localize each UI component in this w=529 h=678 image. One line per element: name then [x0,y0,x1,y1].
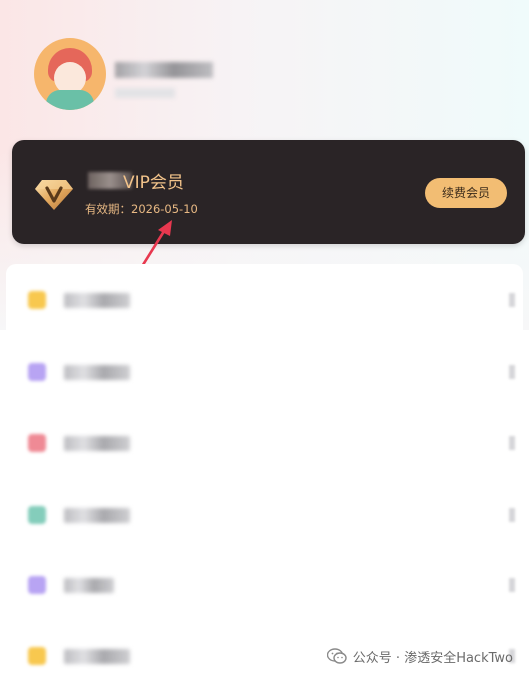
vip-title: VIP会员 [123,173,184,193]
menu-item-icon [28,647,46,665]
menu-item-label-redacted [64,436,130,451]
watermark-text: 公众号 · 渗透安全HackTwo [352,650,513,666]
watermark: 公众号 · 渗透安全HackTwo [326,646,513,666]
menu-item[interactable] [6,281,523,321]
menu-item-label-redacted [64,649,130,664]
menu-item-label-redacted [64,508,130,523]
diamond-v-icon [35,180,73,210]
menu-item[interactable] [6,424,523,464]
username-redacted [115,62,213,78]
vip-expire-label: 有效期： [85,202,131,216]
menu-list [6,264,523,678]
menu-item[interactable] [6,566,523,606]
chevron-right-icon [509,365,515,379]
menu-item-label-redacted [64,293,130,308]
chevron-right-icon [509,293,515,307]
menu-item-icon [28,363,46,381]
vip-card[interactable]: VIP会员 有效期：2026-05-10 续费会员 [12,140,525,244]
wechat-icon [326,648,347,664]
avatar[interactable] [34,38,106,110]
menu-item-icon [28,434,46,452]
menu-item-icon [28,506,46,524]
menu-item-icon [28,576,46,594]
renew-vip-button[interactable]: 续费会员 [425,178,507,208]
menu-item-icon [28,291,46,309]
chevron-right-icon [509,578,515,592]
menu-item[interactable] [6,496,523,536]
chevron-right-icon [509,436,515,450]
user-subtitle-redacted [115,88,175,98]
menu-item-label-redacted [64,578,114,593]
menu-item[interactable] [6,353,523,393]
vip-expire-date: 2026-05-10 [131,202,198,216]
vip-expire: 有效期：2026-05-10 [85,201,198,217]
chevron-right-icon [509,508,515,522]
avatar-shirt [46,90,94,110]
menu-item-label-redacted [64,365,130,380]
